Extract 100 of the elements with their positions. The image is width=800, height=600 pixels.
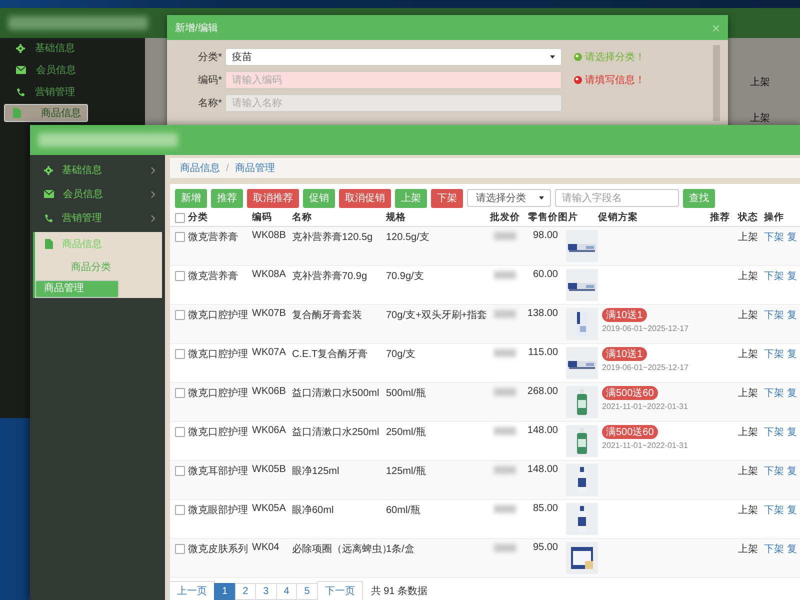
checkbox[interactable] (175, 427, 185, 437)
input-field[interactable]: 请输入编码 (225, 71, 562, 89)
table-cell-text: 125ml/瓶 (386, 465, 428, 478)
column-header: 图片 (558, 211, 579, 224)
table-cell-text: 微克口腔护理 (188, 386, 249, 400)
table-cell-text: 克补营养膏70.9g (292, 270, 368, 283)
checkbox[interactable] (175, 466, 185, 476)
action-link[interactable]: 复 (787, 542, 797, 556)
page-link[interactable]: 5 (296, 582, 318, 600)
column-header: 分类 (188, 211, 209, 224)
table-cell-text: 克补营养膏120.5g (292, 230, 374, 244)
toolbar-button[interactable]: 新增 (175, 188, 207, 208)
sidebar-item[interactable]: 商品信息 (4, 104, 88, 122)
page-link[interactable]: 2 (234, 582, 256, 600)
envelope-icon (44, 190, 54, 198)
chevron-icon (151, 214, 155, 222)
toolbar-button[interactable]: 上架 (395, 188, 427, 208)
toolbar-button[interactable]: 促销 (303, 188, 335, 208)
table-cell-text: 60ml/瓶 (386, 504, 422, 517)
action-link[interactable]: 下架 (764, 386, 784, 400)
breadcrumb-link[interactable]: 商品管理 (234, 161, 275, 175)
toolbar-button[interactable]: 取消推荐 (247, 188, 299, 208)
column-header: 操作 (764, 211, 785, 224)
checkbox[interactable] (175, 212, 185, 222)
breadcrumb-link[interactable]: 商品信息 (180, 161, 220, 175)
action-link[interactable]: 下架 (764, 230, 784, 244)
action-link[interactable]: 下架 (764, 425, 784, 439)
sidebar-item[interactable]: 基础信息 (4, 38, 141, 58)
table-cell-text: 120.5g/支 (386, 230, 430, 244)
table-cell-text: 500ml/瓶 (386, 387, 428, 400)
envelope-icon (16, 66, 26, 74)
toolbar-button[interactable]: 下架 (431, 188, 463, 208)
sidebar-item[interactable]: 营销管理 (30, 206, 165, 230)
scrollbar[interactable] (713, 45, 720, 121)
file-icon (13, 108, 21, 118)
table-cell-text: WK07B (252, 308, 287, 319)
action-link[interactable]: 复 (787, 464, 797, 478)
action-link[interactable]: 下架 (764, 464, 784, 478)
checkbox[interactable] (175, 349, 185, 359)
table-cell-text: 85.00 (532, 503, 558, 514)
field-label: 分类* (197, 50, 223, 64)
page-link[interactable]: 3 (255, 582, 277, 600)
checkbox[interactable] (175, 232, 185, 242)
action-link[interactable]: 下架 (764, 503, 784, 517)
table-cell-text: 上架 (738, 270, 759, 283)
sidebar-item[interactable]: 营销管理 (4, 82, 141, 102)
action-link[interactable]: 复 (787, 230, 797, 244)
table-cell-text: 上架 (738, 542, 759, 556)
checkbox[interactable] (175, 271, 185, 281)
table-cell-text: 微克营养膏 (188, 270, 239, 283)
table-cell-text: WK06A (252, 425, 287, 436)
table-cell-text: 上架 (738, 386, 759, 400)
promotion-tag: 满500送60 (602, 425, 658, 439)
action-link[interactable]: 复 (787, 386, 797, 400)
checkbox[interactable] (175, 310, 185, 320)
promotion-period: 2021-11-01~2022-01-31 (602, 441, 688, 450)
search-button[interactable]: 查找 (683, 188, 715, 208)
table-cell-text: 60.00 (532, 269, 558, 280)
page-link[interactable]: 4 (276, 582, 298, 600)
promotion-period: 2019-06-01~2025-12-17 (602, 324, 689, 333)
table-cell-text: WK05B (252, 464, 287, 475)
action-link[interactable]: 下架 (764, 308, 784, 322)
checkbox[interactable] (175, 544, 185, 554)
action-link[interactable]: 复 (787, 269, 797, 283)
select-field[interactable]: 疫苗 (225, 48, 562, 66)
caret-icon (550, 55, 555, 59)
field-label: 名称* (197, 97, 223, 110)
table-cell-text: 148.00 (526, 425, 558, 436)
table-cell-text: 250ml/瓶 (386, 426, 428, 439)
promotion-period: 2019-06-01~2025-12-17 (602, 363, 689, 372)
action-link[interactable]: 复 (787, 425, 797, 439)
blurred-price (494, 388, 516, 396)
action-link[interactable]: 下架 (764, 542, 784, 556)
promotion-tag: 满500送60 (602, 386, 658, 400)
table-cell-text: 微克耳部护理 (188, 464, 249, 478)
next-page-link[interactable]: 下一页 (316, 581, 363, 600)
sidebar-item[interactable]: 会员信息 (30, 182, 165, 206)
previous-page-link[interactable]: 上一页 (169, 581, 215, 600)
table-cell-text: 115.00 (527, 347, 558, 358)
chevron-icon (151, 190, 155, 198)
action-link[interactable]: 下架 (764, 269, 784, 283)
category-select[interactable]: 请选择分类 (467, 189, 551, 207)
action-link[interactable]: 复 (787, 503, 797, 517)
column-header: 编码 (252, 211, 273, 224)
toolbar-button[interactable]: 取消促销 (339, 188, 391, 208)
input-field[interactable]: 请输入名称 (225, 94, 562, 112)
table-cell-text: 上架 (738, 308, 759, 322)
action-link[interactable]: 复 (787, 347, 797, 361)
blurred-price (494, 427, 516, 435)
sidebar-item[interactable]: 基础信息 (30, 158, 165, 182)
action-link[interactable]: 复 (787, 308, 797, 322)
sidebar-subitem[interactable]: 商品管理 (35, 280, 119, 298)
page-link[interactable]: 1 (214, 582, 236, 600)
sidebar-item[interactable]: 会员信息 (4, 60, 141, 80)
search-field[interactable]: 请输入字段名 (555, 189, 679, 207)
toolbar-button[interactable]: 推荐 (211, 188, 243, 208)
checkbox[interactable] (175, 505, 185, 515)
action-link[interactable]: 下架 (764, 347, 784, 361)
blurred-price (494, 310, 516, 318)
checkbox[interactable] (175, 388, 185, 398)
